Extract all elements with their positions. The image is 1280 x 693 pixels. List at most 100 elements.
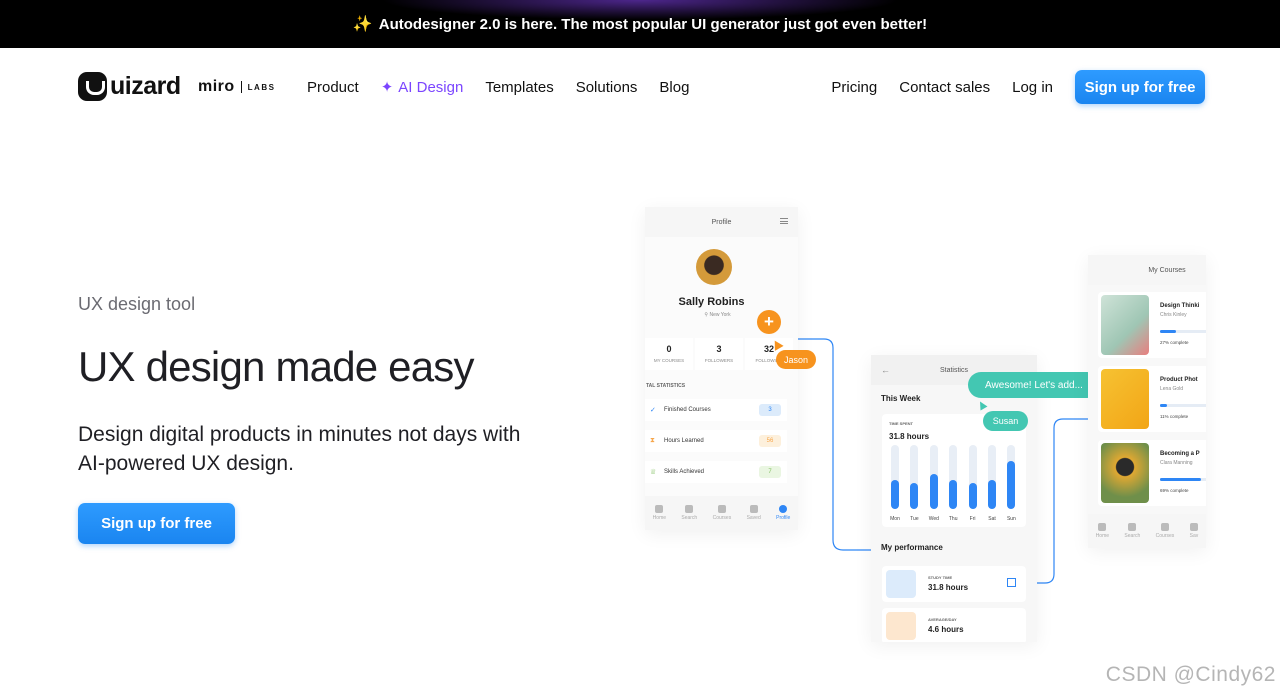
nav-ai-design-label: AI Design (398, 78, 464, 96)
chart-bar (968, 483, 977, 509)
hero-subcopy: Design digital products in minutes not d… (78, 423, 521, 475)
perf-value: 4.6 hours (928, 625, 964, 634)
list-item[interactable]: Becoming a P Clara Manning 69% complete (1098, 440, 1206, 506)
logo-divider (240, 81, 242, 93)
chart-bar (1007, 461, 1016, 509)
hero-headline: UX design made easy (78, 343, 475, 390)
list-item: ⧗ Hours Learned 56 (645, 430, 787, 452)
courses-mockup: My Courses Design Thinki Chris Kinley 27… (1088, 255, 1206, 548)
this-week-label: This Week (881, 394, 921, 403)
chart-bar (929, 474, 938, 509)
tab-label: Courses (1155, 533, 1175, 539)
search-icon (1128, 523, 1137, 531)
add-plus-icon[interactable]: + (757, 310, 781, 334)
chart-bar-track (910, 445, 919, 509)
profile-mockup: Profile Sally Robins ⚲ New York 0 MY COU… (645, 207, 798, 530)
profile-title: Profile (711, 218, 732, 226)
bookmark-icon (1189, 523, 1198, 531)
nav-right: Pricing Contact sales Log in Sign up for… (831, 70, 1205, 104)
tab-profile[interactable]: Profile (776, 505, 790, 521)
bookmark-icon (749, 505, 758, 513)
uizard-logo[interactable]: uizard (78, 72, 181, 101)
tab-courses[interactable]: Courses (1155, 523, 1175, 539)
chart-bar-track (988, 445, 996, 509)
row-label: Finished Courses (664, 407, 711, 413)
chart-bar-track (949, 445, 958, 509)
back-arrow-icon[interactable]: ← (881, 365, 890, 375)
progress-bar (1160, 404, 1206, 407)
watermark: CSDN @Cindy62 (1105, 663, 1276, 686)
course-title: Design Thinki (1160, 303, 1200, 309)
trophy-icon: ♕ (650, 469, 657, 476)
nav-links: Product ✦ AI Design Templates Solutions … (307, 78, 711, 97)
progress-label: 11% complete (1160, 414, 1189, 419)
avatar (696, 249, 732, 285)
perf-label: STUDY TIME (928, 575, 953, 580)
chart-tick-label: Tue (910, 516, 919, 522)
nav-blog[interactable]: Blog (659, 79, 689, 96)
course-author: Chris Kinley (1160, 312, 1187, 318)
tab-home[interactable]: Home (653, 505, 666, 521)
collaborator-tag-susan: Susan (983, 411, 1028, 431)
miro-labs-logo[interactable]: miro LABS (198, 78, 275, 96)
profile-icon (779, 505, 788, 513)
tab-label: Home (1095, 533, 1110, 539)
nav-product[interactable]: Product (307, 79, 359, 96)
tab-search[interactable]: Search (681, 505, 697, 521)
tab-label: Home (652, 515, 667, 521)
progress-bar (1160, 478, 1206, 481)
courses-header: My Courses (1088, 255, 1206, 285)
chart-tick-label: Wed (928, 516, 939, 522)
list-item: AVERAGE/DAY 4.6 hours (882, 608, 1026, 642)
check-icon: ✓ (650, 407, 656, 414)
chart-tick-label: Thu (948, 516, 958, 522)
home-icon (1098, 523, 1107, 531)
nav-solutions[interactable]: Solutions (576, 79, 638, 96)
tab-label: Profile (776, 515, 791, 521)
partner-name: miro (198, 78, 235, 95)
brand-name: uizard (110, 72, 181, 100)
announcement-text: Autodesigner 2.0 is here. The most popul… (378, 15, 928, 33)
search-icon (685, 505, 694, 513)
selection-handle[interactable] (1007, 578, 1016, 587)
stats-section-title: TAL STATISTICS (646, 383, 686, 389)
chart-bar-track (929, 445, 938, 509)
row-value: 3 (759, 404, 781, 416)
chart-icon (886, 612, 916, 640)
tab-search[interactable]: Search (1124, 523, 1140, 539)
nav-log-in[interactable]: Log in (1012, 79, 1053, 96)
stat-courses: 0 MY COURSES (645, 338, 693, 370)
chart-bar-track (891, 445, 899, 509)
ai-sparkle-icon: ✦ (380, 79, 394, 96)
chart-bar-track (1007, 445, 1016, 509)
stat-followers: 3 FOLLOWERS (695, 338, 743, 370)
row-label: Hours Learned (664, 438, 704, 444)
tab-courses[interactable]: Courses (713, 505, 731, 521)
nav-templates[interactable]: Templates (485, 79, 553, 96)
perf-value: 31.8 hours (928, 583, 969, 592)
list-item: ♕ Skills Achieved 7 (645, 461, 787, 483)
nav-pricing[interactable]: Pricing (831, 79, 877, 96)
statistics-mockup: Statistics ← This Week TIME SPENT 31.8 h… (871, 355, 1037, 642)
nav-contact-sales[interactable]: Contact sales (899, 79, 990, 96)
hero-signup-button[interactable]: Sign up for free (78, 503, 235, 544)
stat-courses-label: MY COURSES (653, 358, 685, 363)
announcement-bar[interactable]: ✨ Autodesigner 2.0 is here. The most pop… (0, 0, 1280, 48)
list-item[interactable]: Product Phot Lena Gold 11% complete (1098, 366, 1206, 432)
home-icon (655, 505, 664, 513)
sparkle-icon: ✨ (352, 16, 373, 33)
partner-suffix: LABS (247, 82, 276, 92)
row-value: 56 (759, 435, 781, 447)
nav-ai-design[interactable]: ✦ AI Design (380, 78, 464, 97)
stat-courses-num: 0 (666, 344, 672, 354)
profile-location-text: New York (709, 312, 731, 318)
nav-signup-button[interactable]: Sign up for free (1075, 70, 1205, 104)
stat-followers-label: FOLLOWERS (704, 358, 734, 363)
book-icon (886, 570, 916, 598)
course-image (1101, 443, 1149, 503)
perf-label: AVERAGE/DAY (928, 617, 957, 622)
tab-saved[interactable]: Sav (1189, 523, 1198, 539)
tab-home[interactable]: Home (1096, 523, 1109, 539)
tab-saved[interactable]: Saved (747, 505, 761, 521)
list-item[interactable]: Design Thinki Chris Kinley 27% complete (1098, 292, 1206, 358)
